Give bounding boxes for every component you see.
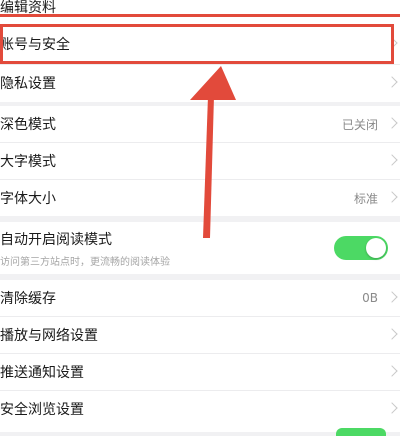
auto-reading-row: 自动开启阅读模式 访问第三方站点时，更流畅的阅读体验 bbox=[0, 222, 400, 274]
chevron-right-icon bbox=[386, 117, 398, 129]
privacy-label: 隐私设置 bbox=[0, 76, 56, 92]
chevron-right-icon bbox=[386, 291, 398, 303]
font-size-label: 字体大小 bbox=[0, 191, 56, 207]
privacy-row[interactable]: 隐私设置 bbox=[0, 64, 400, 102]
safe-browsing-row[interactable]: 安全浏览设置 bbox=[0, 391, 400, 427]
dark-mode-value: 已关闭 bbox=[341, 117, 378, 132]
settings-group-other: 清除缓存 0B 播放与网络设置 推送通知设置 安全浏览设置 bbox=[0, 280, 400, 436]
chevron-right-icon bbox=[386, 328, 398, 340]
chevron-right-icon bbox=[386, 76, 398, 88]
push-notifications-row[interactable]: 推送通知设置 bbox=[0, 354, 400, 390]
clear-cache-value: 0B bbox=[362, 291, 378, 305]
playback-network-label: 播放与网络设置 bbox=[0, 328, 98, 344]
dark-mode-label: 深色模式 bbox=[0, 117, 56, 133]
partial-toggle bbox=[336, 428, 386, 436]
edit-profile-row[interactable]: 编辑资料 bbox=[0, 0, 400, 22]
annotation-line bbox=[0, 14, 400, 17]
annotation-highlight-box bbox=[0, 24, 394, 64]
settings-group-display: 深色模式 已关闭 大字模式 字体大小 标准 bbox=[0, 106, 400, 216]
auto-reading-label: 自动开启阅读模式 bbox=[0, 231, 112, 248]
clear-cache-label: 清除缓存 bbox=[0, 291, 56, 307]
font-size-value: 标准 bbox=[353, 191, 378, 206]
chevron-right-icon bbox=[386, 365, 398, 377]
large-font-mode-label: 大字模式 bbox=[0, 154, 56, 170]
chevron-right-icon bbox=[386, 402, 398, 414]
playback-network-row[interactable]: 播放与网络设置 bbox=[0, 317, 400, 353]
chevron-right-icon bbox=[386, 191, 398, 203]
large-font-mode-row[interactable]: 大字模式 bbox=[0, 143, 400, 179]
safe-browsing-label: 安全浏览设置 bbox=[0, 402, 84, 418]
settings-group-reading: 自动开启阅读模式 访问第三方站点时，更流畅的阅读体验 bbox=[0, 222, 400, 274]
dark-mode-row[interactable]: 深色模式 已关闭 bbox=[0, 106, 400, 142]
push-notifications-label: 推送通知设置 bbox=[0, 365, 84, 381]
clear-cache-row[interactable]: 清除缓存 0B bbox=[0, 280, 400, 316]
auto-reading-sublabel: 访问第三方站点时，更流畅的阅读体验 bbox=[0, 256, 170, 268]
toggle-knob bbox=[366, 238, 386, 258]
font-size-row[interactable]: 字体大小 标准 bbox=[0, 180, 400, 216]
chevron-right-icon bbox=[386, 154, 398, 166]
auto-reading-text: 自动开启阅读模式 访问第三方站点时，更流畅的阅读体验 bbox=[0, 229, 170, 268]
auto-reading-toggle[interactable] bbox=[334, 236, 388, 260]
